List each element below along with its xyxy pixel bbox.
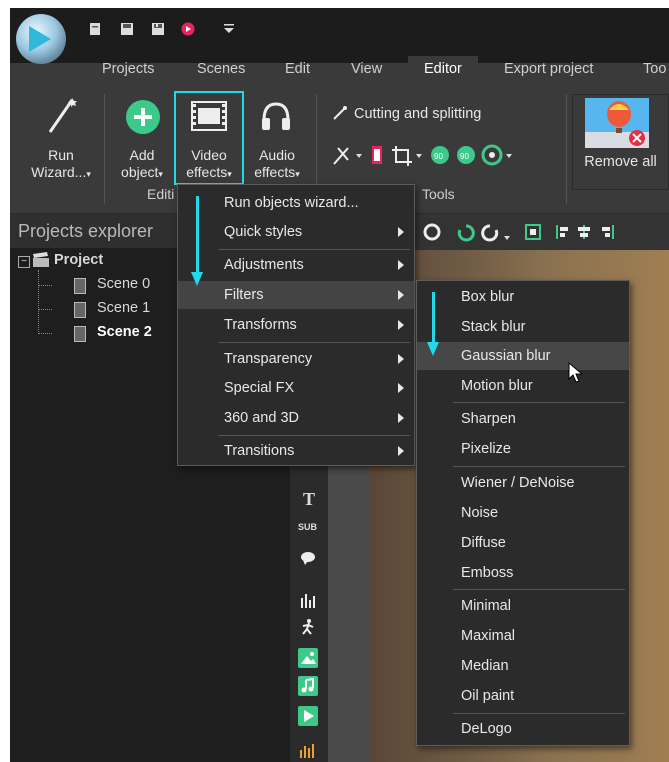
menu-item-360-and-3d[interactable]: 360 and 3D — [178, 404, 414, 432]
filter-delogo[interactable]: DeLogo — [417, 715, 629, 743]
annotation-arrow-2 — [432, 292, 435, 344]
filter-wiener-denoise[interactable]: Wiener / DeNoise — [417, 469, 629, 497]
menu-item-transparency[interactable]: Transparency — [178, 345, 414, 373]
menu-item-special-fx[interactable]: Special FX — [178, 374, 414, 402]
headphones-icon — [260, 100, 292, 132]
video-effects-label: Video effects▾ — [174, 147, 244, 183]
filter-box-blur[interactable]: Box blur — [417, 283, 629, 311]
open-project-icon[interactable] — [120, 22, 134, 36]
video-effects-label-2: effects▾ — [186, 164, 232, 180]
add-object-label-2: object▾ — [121, 164, 163, 180]
submenu-arrow-icon — [398, 260, 404, 270]
filter-pixelize[interactable]: Pixelize — [417, 435, 629, 463]
submenu-arrow-icon — [398, 320, 404, 330]
filter-maximal[interactable]: Maximal — [417, 622, 629, 650]
menu-item-quick-styles[interactable]: Quick styles — [178, 218, 414, 246]
filter-diffuse[interactable]: Diffuse — [417, 529, 629, 557]
menu-item-transitions[interactable]: Transitions — [178, 437, 414, 465]
submenu-arrow-icon — [398, 446, 404, 456]
wand-small-icon — [332, 105, 348, 121]
record-icon[interactable] — [181, 22, 195, 36]
tree-scene-2[interactable]: Scene 2 — [97, 324, 152, 340]
submenu-arrow-icon — [398, 413, 404, 423]
filters-submenu: Box blur Stack blur Gaussian blur Motion… — [416, 280, 630, 746]
tab-editor[interactable]: Editor — [408, 56, 478, 84]
filter-minimal[interactable]: Minimal — [417, 592, 629, 620]
film-icon — [191, 101, 227, 131]
video-effects-label-1: Video — [191, 147, 227, 163]
run-wizard-label-2: Wizard...▾ — [31, 164, 91, 180]
add-object-icon — [126, 100, 160, 134]
submenu-arrow-icon — [398, 383, 404, 393]
group-label-editing: Editi — [147, 186, 175, 202]
menu-item-filters[interactable]: Filters — [178, 281, 414, 309]
tab-view[interactable]: View — [351, 56, 382, 84]
app-logo-icon[interactable] — [16, 14, 66, 64]
menu-item-transforms[interactable]: Transforms — [178, 311, 414, 339]
add-object-button[interactable]: Add object▾ — [108, 147, 176, 183]
remove-all-label: Remove all — [584, 154, 657, 170]
cutting-and-splitting-button[interactable]: Cutting and splitting — [354, 106, 481, 122]
mouse-cursor-icon — [568, 361, 584, 384]
svg-text:90: 90 — [434, 152, 443, 161]
tree-scene-0[interactable]: Scene 0 — [97, 276, 150, 292]
subtitle-tool-icon[interactable]: SUB — [298, 518, 317, 536]
tab-projects[interactable]: Projects — [102, 56, 154, 84]
save-project-icon[interactable] — [151, 22, 165, 36]
add-object-label-1: Add — [129, 147, 155, 163]
annotation-arrowhead-icon — [191, 272, 203, 286]
image-object-icon[interactable] — [298, 648, 318, 668]
audio-effects-label-1: Audio — [259, 147, 295, 163]
run-wizard-label-1: Run — [48, 147, 74, 163]
video-effects-menu: Run objects wizard... Quick styles Adjus… — [177, 184, 415, 466]
app-window: Projects Scenes Edit View Editor Export … — [10, 8, 669, 762]
balloon-image-icon — [585, 98, 649, 148]
filter-median[interactable]: Median — [417, 652, 629, 680]
speech-bubble-icon[interactable] — [299, 550, 317, 566]
menu-item-adjustments[interactable]: Adjustments — [178, 251, 414, 279]
filter-emboss[interactable]: Emboss — [417, 559, 629, 587]
annotation-arrow-1 — [196, 196, 199, 276]
submenu-arrow-icon — [398, 354, 404, 364]
video-object-icon[interactable] — [298, 706, 318, 726]
group-label-tools: Tools — [422, 186, 455, 202]
filter-motion-blur[interactable]: Motion blur — [417, 372, 629, 400]
scene-icon — [74, 326, 86, 342]
run-wizard-button[interactable]: Run Wizard...▾ — [20, 147, 102, 183]
submenu-arrow-icon — [398, 227, 404, 237]
tab-edit[interactable]: Edit — [285, 56, 310, 84]
tab-export-project[interactable]: Export project — [504, 56, 593, 84]
audio-effects-button[interactable]: Audio effects▾ — [244, 147, 310, 183]
magic-wand-icon — [46, 96, 78, 136]
title-bar — [10, 8, 669, 63]
scene-icon — [74, 302, 86, 318]
object-toolbar-icons — [422, 222, 642, 242]
chart-tool-icon[interactable] — [299, 592, 317, 608]
audio-object-icon[interactable] — [298, 676, 318, 696]
quick-access-dropdown-icon[interactable] — [222, 22, 236, 36]
equalizer-icon[interactable] — [299, 744, 317, 758]
filter-stack-blur[interactable]: Stack blur — [417, 313, 629, 341]
scene-icon — [74, 278, 86, 294]
clapperboard-icon — [32, 252, 50, 268]
svg-text:90: 90 — [460, 152, 469, 161]
tab-tools[interactable]: Too — [643, 56, 666, 84]
submenu-arrow-icon — [398, 290, 404, 300]
tree-scene-1[interactable]: Scene 1 — [97, 300, 150, 316]
new-project-icon[interactable] — [88, 22, 102, 36]
filter-sharpen[interactable]: Sharpen — [417, 405, 629, 433]
text-tool-icon[interactable]: T — [300, 490, 318, 508]
filter-oil-paint[interactable]: Oil paint — [417, 682, 629, 710]
filter-gaussian-blur[interactable]: Gaussian blur — [417, 342, 629, 370]
tree-project[interactable]: Project — [54, 252, 103, 268]
audio-effects-label-2: effects▾ — [254, 164, 300, 180]
tools-row: 90 90 — [330, 142, 560, 168]
animation-tool-icon[interactable] — [299, 618, 317, 636]
menu-item-run-objects-wizard[interactable]: Run objects wizard... — [178, 189, 414, 217]
collapse-icon[interactable]: − — [18, 256, 30, 268]
tab-scenes[interactable]: Scenes — [197, 56, 245, 84]
filter-noise[interactable]: Noise — [417, 499, 629, 527]
annotation-arrowhead-icon — [427, 342, 439, 356]
